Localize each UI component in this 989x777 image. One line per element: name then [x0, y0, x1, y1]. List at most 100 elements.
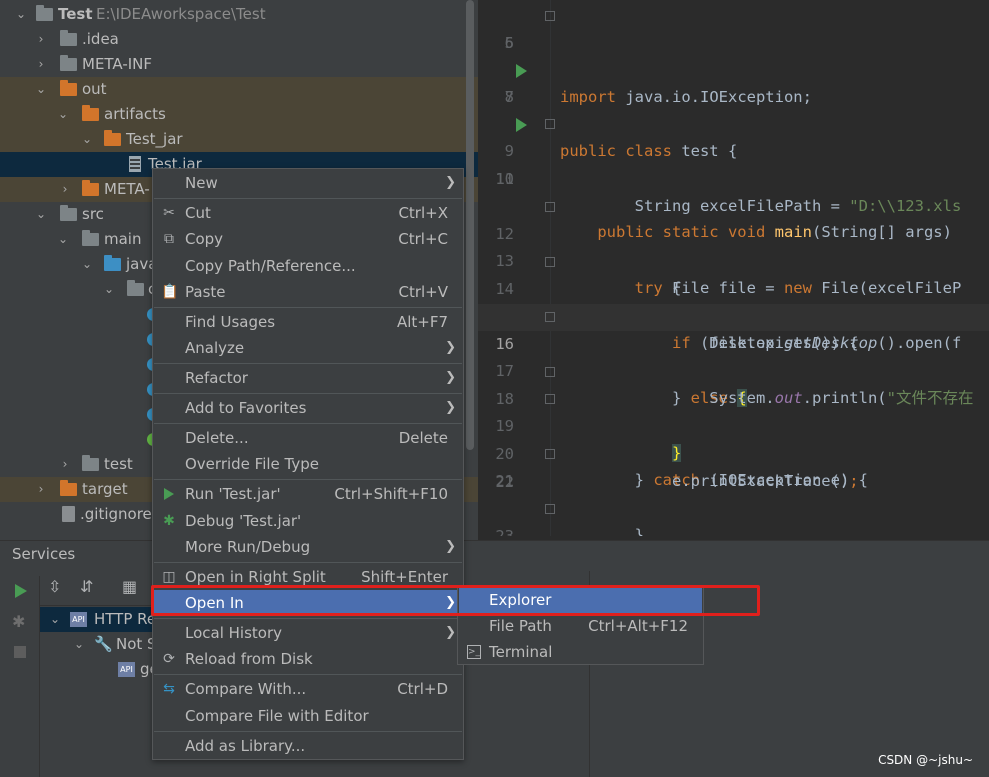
menu-item-local-history[interactable]: Local History ❯: [154, 620, 462, 646]
code-line[interactable]: 17 System.out.println("文件不存在: [478, 331, 989, 407]
code-line[interactable]: 18 }: [478, 359, 989, 462]
tree-item-idea[interactable]: › .idea: [0, 27, 478, 52]
menu-item-more-run-debug[interactable]: More Run/Debug ❯: [154, 534, 462, 560]
code-line[interactable]: 15 Desktop.getDesktop().open(f: [478, 276, 989, 352]
menu-item-add-favorites[interactable]: Add to Favorites ❯: [154, 395, 462, 421]
code-line[interactable]: 23 }: [478, 496, 989, 536]
stop-icon[interactable]: [14, 646, 26, 658]
chevron-right-icon[interactable]: ›: [58, 177, 72, 202]
menu-label: Find Usages: [185, 313, 276, 331]
submenu-item-terminal[interactable]: >_ Terminal: [459, 640, 702, 665]
open-in-submenu: Explorer File Path Ctrl+Alt+F12 >_ Termi…: [457, 586, 704, 665]
code-line[interactable]: 20 e.printStackTrace();: [478, 414, 989, 490]
submenu-item-file-path[interactable]: File Path Ctrl+Alt+F12: [459, 614, 702, 639]
menu-item-open-right-split[interactable]: ◫ Open in Right Split Shift+Enter: [154, 564, 462, 590]
services-item-not-started[interactable]: ⌄ 🔧 Not S: [40, 632, 160, 657]
tree-item-meta-inf[interactable]: › META-INF: [0, 52, 478, 77]
code-line-current[interactable]: 16 } else {: [478, 304, 989, 407]
menu-shortcut: Ctrl+D: [397, 680, 448, 698]
project-path: E:\IDEAworkspace\Test: [96, 5, 266, 23]
fold-marker-icon[interactable]: [545, 11, 555, 21]
menu-item-reload[interactable]: ⟳ Reload from Disk: [154, 646, 462, 672]
chevron-right-icon[interactable]: ›: [58, 452, 72, 477]
menu-shortcut: Shift+Enter: [361, 568, 448, 586]
menu-item-debug[interactable]: ✱ Debug 'Test.jar': [154, 508, 462, 534]
collapse-all-icon[interactable]: ⇵: [80, 577, 93, 596]
chevron-down-icon[interactable]: ⌄: [102, 277, 116, 302]
menu-separator: [154, 198, 462, 199]
chevron-down-icon[interactable]: ⌄: [34, 202, 48, 227]
services-item-http[interactable]: ⌄ API HTTP Re: [40, 607, 160, 632]
tree-scrollbar[interactable]: [466, 0, 474, 450]
fold-marker-icon[interactable]: [545, 394, 555, 404]
menu-item-compare-with[interactable]: ⇆ Compare With... Ctrl+D: [154, 676, 462, 702]
tree-item-test-jar-folder[interactable]: ⌄ Test_jar: [0, 127, 478, 152]
group-by-icon[interactable]: ▦: [122, 577, 137, 596]
code-line[interactable]: 6: [478, 30, 989, 57]
fold-marker-icon[interactable]: [545, 257, 555, 267]
menu-item-find-usages[interactable]: Find Usages Alt+F7: [154, 309, 462, 335]
chevron-down-icon[interactable]: ⌄: [14, 2, 28, 27]
code-line[interactable]: 9 public static void main(String[] args): [478, 111, 989, 241]
fold-marker-icon[interactable]: [545, 504, 555, 514]
chevron-down-icon[interactable]: ⌄: [34, 77, 48, 102]
code-line[interactable]: 21 }: [478, 441, 989, 536]
tree-item-artifacts[interactable]: ⌄ artifacts: [0, 102, 478, 127]
tree-item-label: target: [82, 480, 128, 498]
fold-marker-icon[interactable]: [545, 119, 555, 129]
menu-item-open-in[interactable]: Open In ❯: [154, 590, 462, 616]
submenu-item-explorer[interactable]: Explorer: [459, 588, 702, 613]
code-line[interactable]: 22: [478, 469, 989, 496]
menu-item-delete[interactable]: Delete... Delete: [154, 425, 462, 451]
code-editor[interactable]: 5 import java.io.IOException; 6 7 public…: [478, 0, 989, 536]
menu-item-run[interactable]: Run 'Test.jar' Ctrl+Shift+F10: [154, 481, 462, 507]
run-icon[interactable]: [15, 584, 27, 598]
code-line[interactable]: 8: [478, 84, 989, 111]
fold-marker-icon[interactable]: [545, 202, 555, 212]
menu-item-override-file-type[interactable]: Override File Type: [154, 451, 462, 477]
scissors-icon: ✂: [163, 205, 175, 221]
bug-icon: ✱: [163, 513, 175, 529]
chevron-down-icon[interactable]: ⌄: [74, 632, 84, 657]
menu-item-refactor[interactable]: Refactor ❯: [154, 365, 462, 391]
debug-icon[interactable]: ✱: [12, 612, 25, 631]
chevron-right-icon[interactable]: ›: [34, 52, 48, 77]
run-gutter-icon[interactable]: [516, 64, 527, 78]
tree-root-test[interactable]: ⌄ Test E:\IDEAworkspace\Test: [0, 2, 478, 27]
code-line[interactable]: 12 try {: [478, 194, 989, 297]
services-item-request[interactable]: API ge: [40, 657, 160, 682]
chevron-right-icon[interactable]: ›: [34, 477, 48, 502]
menu-item-copy-path[interactable]: Copy Path/Reference...: [154, 253, 462, 279]
tree-item-out[interactable]: ⌄ out: [0, 77, 478, 102]
code-line[interactable]: 19 } catch (IOException e) {: [478, 386, 989, 489]
menu-item-copy[interactable]: ⧉ Copy Ctrl+C: [154, 226, 462, 252]
menu-item-analyze[interactable]: Analyze ❯: [154, 335, 462, 361]
chevron-down-icon[interactable]: ⌄: [80, 252, 94, 277]
watermark: CSDN @~jshu~: [878, 753, 973, 767]
run-gutter-icon[interactable]: [516, 118, 527, 132]
menu-item-compare-editor[interactable]: Compare File with Editor: [154, 703, 462, 729]
menu-label: Add to Favorites: [185, 399, 307, 417]
fold-marker-icon[interactable]: [545, 367, 555, 377]
menu-item-cut[interactable]: ✂ Cut Ctrl+X: [154, 200, 462, 226]
chevron-right-icon[interactable]: ›: [34, 27, 48, 52]
code-line[interactable]: 14 if (file.exists()) {: [478, 249, 989, 352]
expand-all-icon[interactable]: ⇳: [48, 577, 61, 596]
menu-item-new[interactable]: New ❯: [154, 170, 462, 196]
fold-marker-icon[interactable]: [545, 312, 555, 322]
chevron-right-icon: ❯: [445, 370, 456, 385]
chevron-down-icon[interactable]: ⌄: [50, 607, 60, 632]
code-line[interactable]: 10 String excelFilePath = "D:\\123.xls: [478, 139, 989, 215]
code-line[interactable]: 7 public class test {: [478, 57, 989, 160]
chevron-down-icon[interactable]: ⌄: [56, 102, 70, 127]
chevron-down-icon[interactable]: ⌄: [80, 127, 94, 152]
tree-item-label: src: [82, 205, 104, 223]
code-line[interactable]: 13 File file = new File(excelFileP: [478, 221, 989, 297]
fold-marker-icon[interactable]: [545, 449, 555, 459]
menu-item-paste[interactable]: 📋 Paste Ctrl+V: [154, 279, 462, 305]
line-number: 6: [504, 34, 514, 52]
code-line[interactable]: 11: [478, 166, 989, 193]
menu-item-add-library[interactable]: Add as Library...: [154, 733, 462, 759]
chevron-down-icon[interactable]: ⌄: [56, 227, 70, 252]
code-line[interactable]: 5 import java.io.IOException;: [478, 3, 989, 106]
